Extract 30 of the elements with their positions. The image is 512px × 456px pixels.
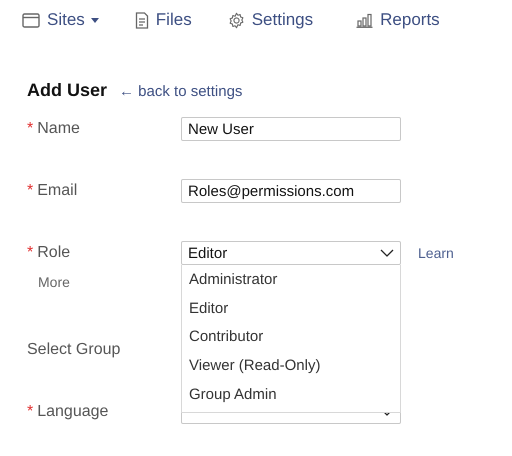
dropdown-option[interactable]: Contributor [182, 323, 400, 352]
back-link[interactable]: ← back to settings [119, 83, 242, 100]
field-label: Name [37, 119, 80, 139]
required-mark: * [27, 181, 34, 201]
field-label: Select Group [27, 340, 120, 360]
settings-icon [228, 12, 245, 28]
chevron-down-icon [380, 249, 394, 257]
required-mark: * [27, 243, 34, 263]
nav-link[interactable]: Sites [22, 8, 99, 32]
text-field[interactable]: New User [181, 117, 401, 141]
nav-link[interactable]: Settings [228, 8, 314, 32]
dropdown-option[interactable]: Editor [182, 294, 400, 324]
required-mark: * [27, 119, 34, 139]
nav-link[interactable]: Reports [356, 8, 440, 32]
browser-window-icon [22, 12, 40, 28]
field-label: Language [37, 402, 108, 422]
field-label: Role [37, 243, 70, 263]
document-icon [134, 12, 149, 28]
field-label: Email [37, 181, 78, 201]
dropdown-option[interactable]: Administrator [182, 266, 400, 295]
learn-more-link[interactable]: Learn [418, 241, 512, 265]
dropdown-option[interactable]: Viewer (Read-Only) [182, 352, 400, 381]
nav-link[interactable]: Files [134, 8, 192, 32]
text-field[interactable]: Roles@permissions.com [181, 179, 401, 203]
bar-chart-icon [356, 12, 374, 28]
page-title: Add User [27, 80, 108, 101]
dropdown-option[interactable]: Group Admin [182, 380, 400, 410]
learn-more-link[interactable]: More [38, 272, 70, 292]
required-mark: * [27, 402, 34, 422]
dropdown-field[interactable]: Editor [181, 241, 401, 265]
